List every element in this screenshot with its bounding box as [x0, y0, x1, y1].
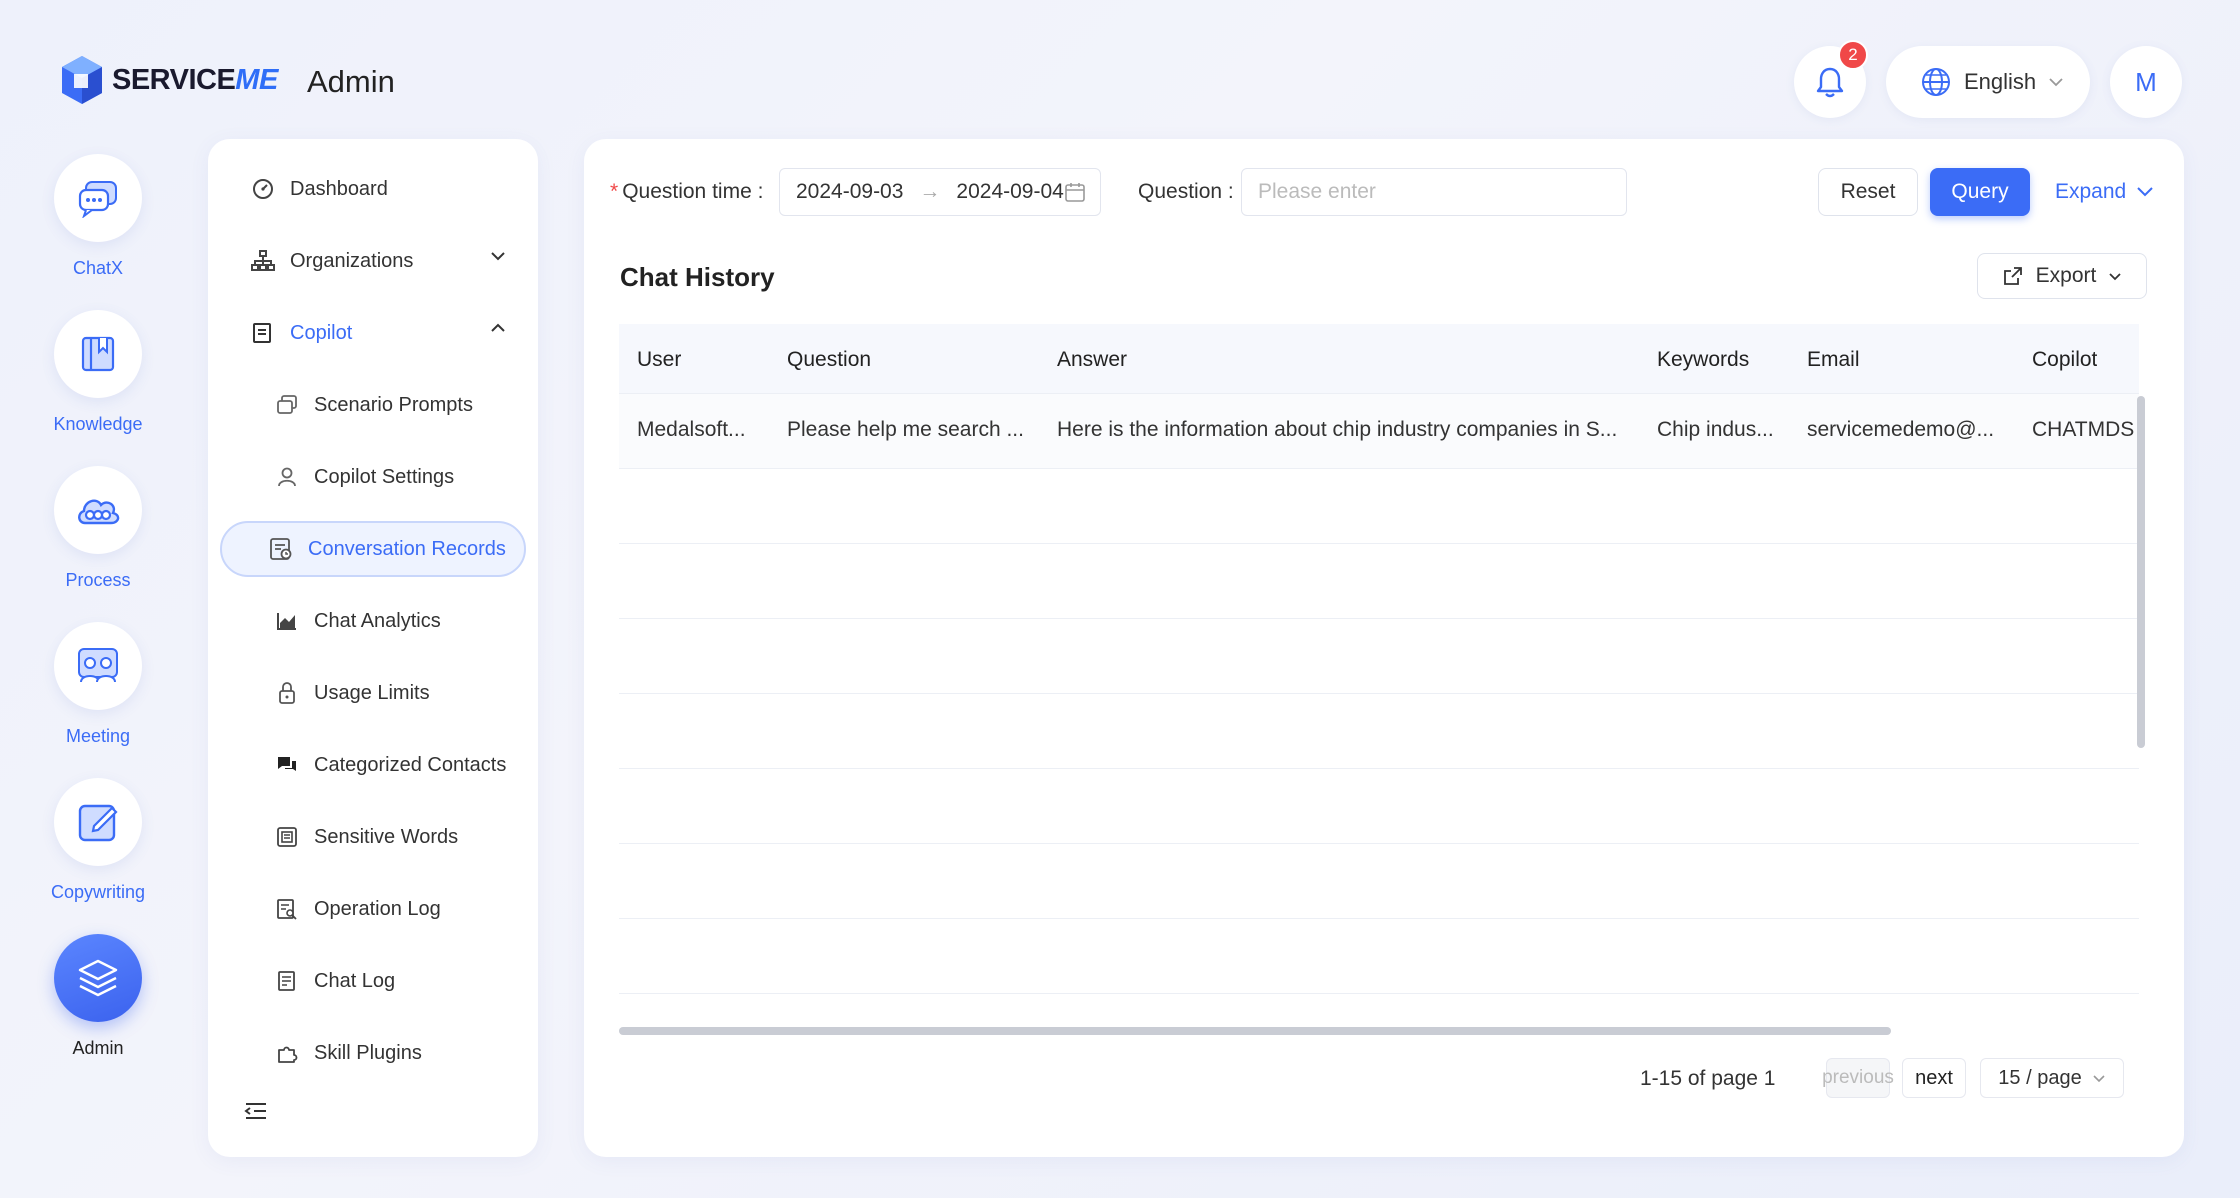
date-end[interactable]: 2024-09-04	[956, 180, 1063, 204]
pagination-info: 1-15 of page 1	[1640, 1067, 1776, 1090]
chevron-down-icon	[2049, 78, 2063, 87]
layers-icon	[78, 959, 118, 997]
bell-icon	[1816, 67, 1844, 98]
next-page-button[interactable]: next	[1902, 1058, 1966, 1098]
notification-count-badge: 2	[1838, 40, 1868, 70]
vertical-scrollbar[interactable]	[2137, 396, 2145, 748]
cell-email: servicemedemo@...	[1807, 418, 1995, 441]
puzzle-icon	[274, 1040, 300, 1066]
cell-keywords: Chip indus...	[1657, 418, 1774, 441]
app-meeting[interactable]: Meeting	[54, 622, 142, 746]
language-selector[interactable]: English	[1886, 46, 2090, 118]
chat-history-table: User Question Answer Keywords Email Copi…	[619, 324, 2139, 1030]
user-avatar[interactable]: M	[2110, 46, 2182, 118]
column-header-keywords[interactable]: Keywords	[1657, 348, 1749, 372]
contacts-chat-icon	[274, 752, 300, 778]
word-filter-icon	[274, 824, 300, 850]
menu-chat-log[interactable]: Chat Log	[228, 953, 532, 1009]
chevron-down-icon	[491, 252, 505, 261]
column-header-user[interactable]: User	[637, 348, 681, 372]
calendar-icon	[1065, 183, 1085, 202]
chevron-up-icon	[491, 323, 505, 332]
menu-scenario-prompts[interactable]: Scenario Prompts	[228, 377, 532, 433]
date-start[interactable]: 2024-09-03	[796, 180, 903, 204]
cloud-flow-icon	[78, 499, 120, 525]
page-size-select[interactable]: 15 / page	[1980, 1058, 2124, 1098]
app-process[interactable]: Process	[54, 466, 142, 590]
menu-operation-log[interactable]: Operation Log	[228, 881, 532, 937]
collapse-menu-icon[interactable]	[244, 1101, 268, 1126]
table-row[interactable]	[619, 769, 2139, 844]
brand-logo: SERVICEME	[58, 54, 278, 106]
people-icon	[78, 648, 118, 683]
column-header-copilot[interactable]: Copilot	[2032, 348, 2097, 372]
servicemE-logo-icon	[62, 56, 102, 104]
arrow-right-icon: →	[919, 180, 941, 203]
menu-chat-analytics[interactable]: Chat Analytics	[228, 593, 532, 649]
app-chatx[interactable]: ChatX	[54, 154, 142, 278]
admin-menu-panel: Dashboard Organizations Copilot Scenario…	[208, 139, 538, 1157]
horizontal-scrollbar[interactable]	[619, 1027, 1891, 1035]
menu-dashboard[interactable]: Dashboard	[228, 161, 532, 217]
area-chart-icon	[274, 608, 300, 634]
table-row[interactable]: Medalsoft... Please help me search ... H…	[619, 394, 2139, 469]
language-label: English	[1964, 69, 2037, 94]
table-row[interactable]	[619, 919, 2139, 994]
table-row[interactable]	[619, 619, 2139, 694]
book-icon	[81, 336, 115, 372]
copy-icon	[274, 392, 300, 418]
previous-page-button[interactable]: previous	[1822, 1058, 1894, 1098]
table-row[interactable]	[619, 844, 2139, 919]
app-copywriting[interactable]: Copywriting	[51, 778, 145, 902]
org-tree-icon	[250, 248, 276, 274]
chat-history-title: Chat History	[620, 262, 775, 292]
user-settings-icon	[274, 464, 300, 490]
column-header-question[interactable]: Question	[787, 348, 871, 372]
page-section-title: Admin	[307, 64, 395, 99]
cell-answer: Here is the information about chip indus…	[1057, 418, 1618, 441]
table-header: User Question Answer Keywords Email Copi…	[619, 324, 2139, 394]
column-header-answer[interactable]: Answer	[1057, 348, 1127, 372]
chat-bubble-icon	[78, 181, 117, 218]
table-row[interactable]	[619, 694, 2139, 769]
table-row[interactable]	[619, 544, 2139, 619]
menu-copilot-settings[interactable]: Copilot Settings	[228, 449, 532, 505]
app-admin[interactable]: Admin	[54, 934, 142, 1058]
log-search-icon	[274, 896, 300, 922]
globe-icon	[1922, 68, 1950, 96]
chevron-down-icon	[2109, 272, 2121, 280]
export-icon	[2003, 267, 2022, 285]
cell-question: Please help me search ...	[787, 418, 1024, 441]
question-label: Question :	[1138, 180, 1234, 203]
gauge-icon	[250, 176, 276, 202]
question-input[interactable]	[1241, 168, 1627, 216]
cell-copilot: CHATMDS	[2032, 418, 2135, 441]
reset-button[interactable]: Reset	[1818, 168, 1918, 216]
menu-skill-plugins[interactable]: Skill Plugins	[228, 1025, 532, 1081]
question-time-label: * Question time :	[610, 180, 764, 203]
menu-sensitive-words[interactable]: Sensitive Words	[228, 809, 532, 865]
menu-categorized-contacts[interactable]: Categorized Contacts	[228, 737, 532, 793]
lock-icon	[274, 680, 300, 706]
menu-conversation-records[interactable]: Conversation Records	[220, 521, 526, 577]
query-button[interactable]: Query	[1930, 168, 2030, 216]
export-button[interactable]: Export	[1977, 253, 2147, 299]
menu-organizations[interactable]: Organizations	[228, 233, 532, 289]
table-row[interactable]	[619, 469, 2139, 544]
cell-user: Medalsoft...	[637, 418, 746, 441]
column-header-email[interactable]: Email	[1807, 348, 1860, 372]
menu-copilot[interactable]: Copilot	[228, 305, 532, 361]
date-range-picker[interactable]: 2024-09-03 → 2024-09-04	[779, 168, 1101, 216]
expand-filters-link[interactable]: Expand	[2055, 180, 2154, 204]
chevron-down-icon	[2137, 187, 2153, 197]
edit-square-icon	[78, 804, 118, 842]
brand-name: SERVICEME	[112, 63, 278, 96]
document-icon	[274, 968, 300, 994]
chevron-down-icon	[2093, 1074, 2105, 1082]
robot-icon	[250, 320, 276, 346]
app-knowledge[interactable]: Knowledge	[53, 310, 143, 434]
menu-usage-limits[interactable]: Usage Limits	[228, 665, 532, 721]
record-list-icon	[268, 536, 294, 562]
